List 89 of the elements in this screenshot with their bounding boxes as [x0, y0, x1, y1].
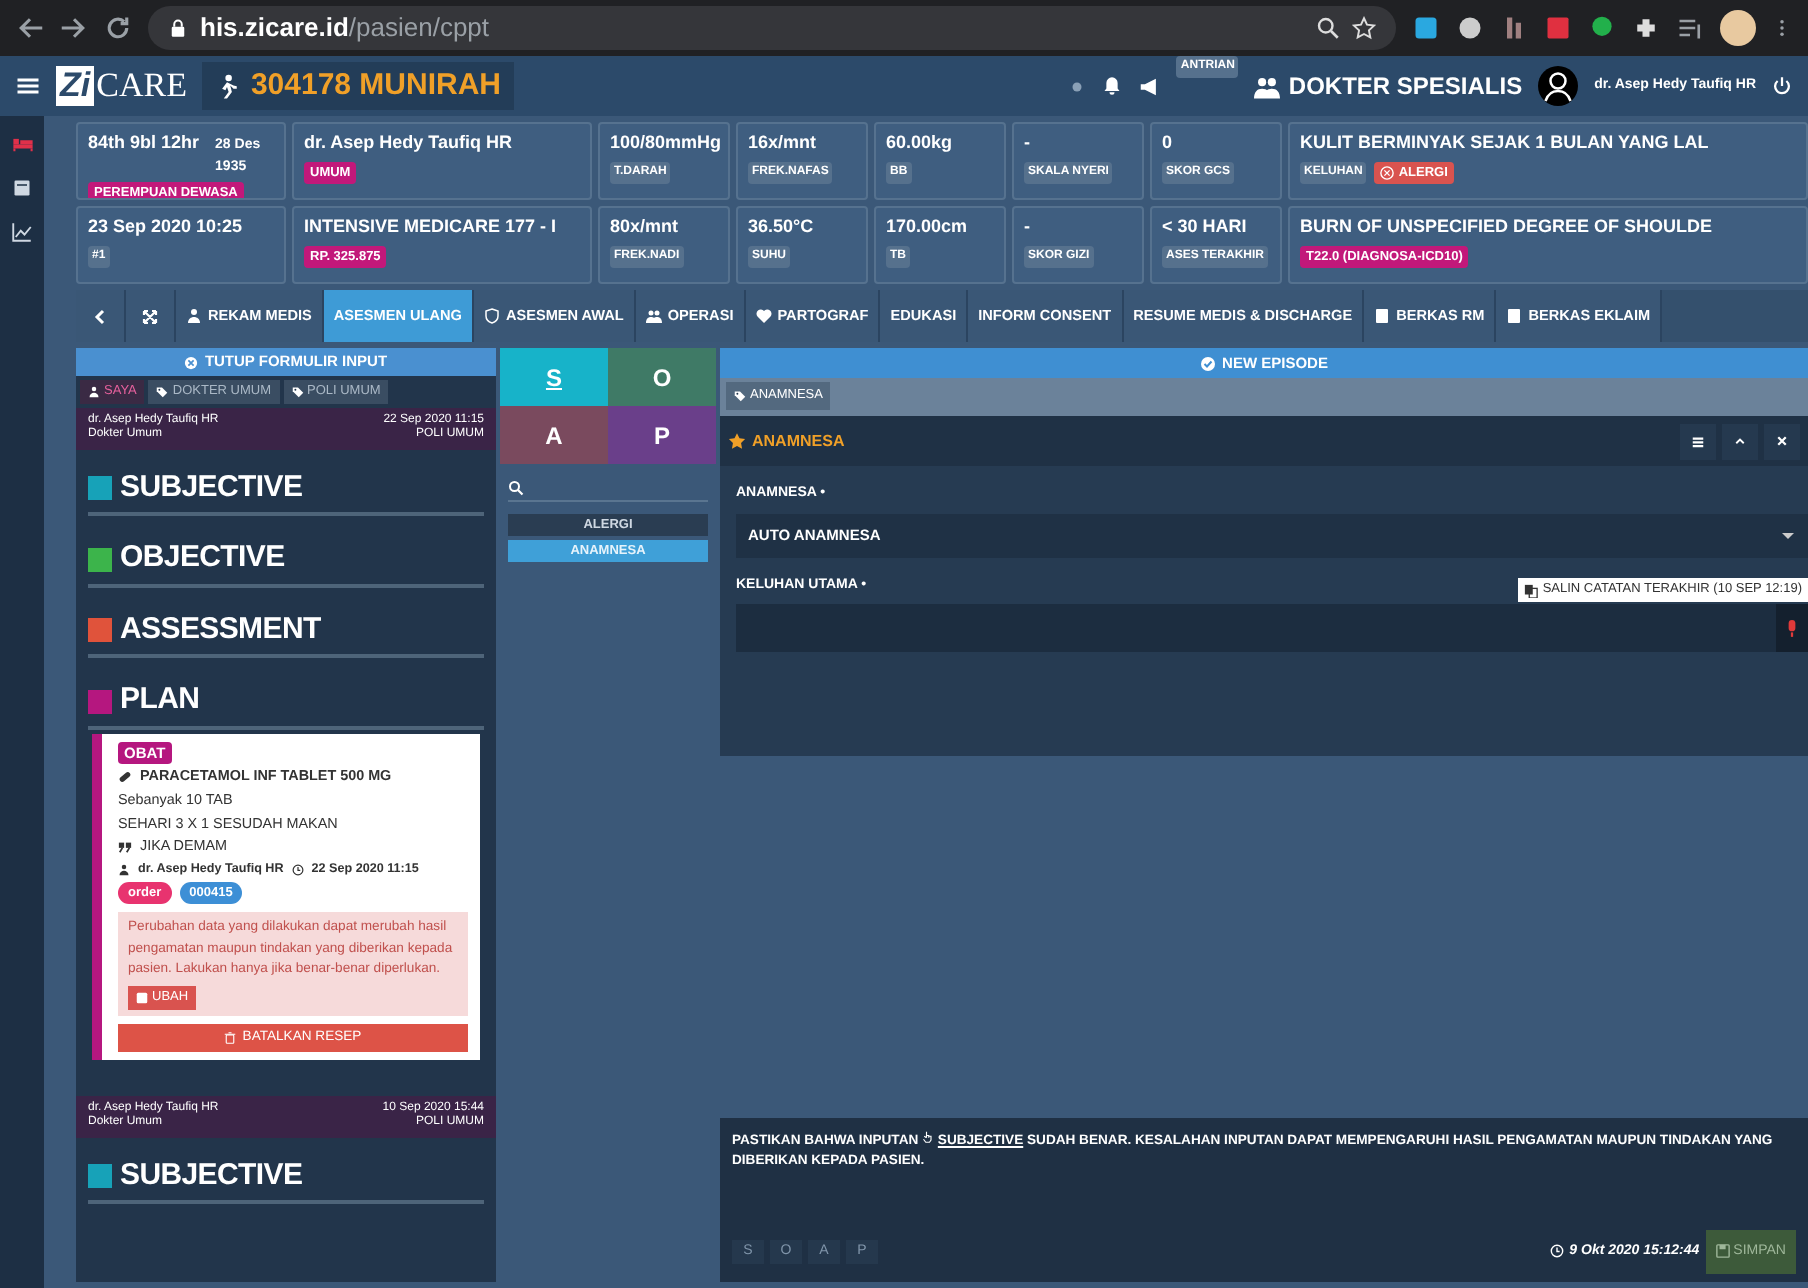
info-value: -: [1024, 214, 1030, 240]
panel-title: ANAMNESA: [752, 429, 845, 453]
document-icon: [1374, 308, 1391, 324]
info-value: 16x/mnt: [748, 130, 817, 156]
info-value: KULIT BERMINYAK SEJAK 1 BULAN YANG LAL: [1300, 130, 1709, 156]
microphone-button[interactable]: [1776, 604, 1808, 652]
section-title: PLAN: [120, 680, 200, 721]
star-icon: [728, 432, 746, 450]
back-button[interactable]: [76, 290, 126, 342]
users-icon: [1254, 73, 1281, 99]
extension-icon[interactable]: [1632, 14, 1660, 42]
close-icon: [1776, 434, 1788, 448]
tag-icon: [734, 390, 746, 402]
document-icon: [1506, 308, 1523, 324]
section-title: SUBJECTIVE: [120, 1155, 303, 1196]
address-bar[interactable]: his.zicare.id/pasien/cppt: [148, 6, 1396, 50]
info-value: 170.00cm: [886, 214, 968, 240]
info-value: 0: [1162, 130, 1173, 156]
logo-text: CARE: [96, 64, 187, 109]
zoom-icon[interactable]: [1316, 16, 1340, 40]
info-value: 84th 9bl 12hr: [88, 130, 200, 156]
info-value: 36.50°C: [748, 214, 814, 240]
microphone-icon: [1786, 619, 1798, 637]
menu-icon[interactable]: [16, 74, 40, 98]
info-value: BURN OF UNSPECIFIED DEGREE OF SHOULDE: [1300, 214, 1713, 240]
tag-icon: [291, 385, 303, 398]
text-area-field[interactable]: [736, 604, 1808, 652]
person-icon: [186, 308, 202, 324]
info-value: dr. Asep Hedy Taufiq HR: [304, 130, 513, 156]
expand-icon: [142, 307, 158, 325]
clock-icon: [291, 863, 304, 876]
patient-name: 304178 MUNIRAH: [250, 65, 501, 106]
chart-icon[interactable]: [12, 222, 32, 242]
reload-icon[interactable]: [104, 14, 132, 42]
list-icon: [1692, 433, 1704, 449]
url-text: his.zicare.id/pasien/cppt: [200, 10, 490, 47]
extension-icon[interactable]: [1676, 14, 1704, 42]
info-value: INTENSIVE MEDICARE 177 - I: [304, 214, 557, 240]
heart-icon: [755, 308, 772, 324]
cancel-circle-icon: [1380, 165, 1395, 180]
section-title: OBJECTIVE: [120, 538, 285, 579]
close-button[interactable]: [1764, 423, 1800, 459]
info-value: 23 Sep 2020 10:25: [88, 214, 243, 240]
info-value: 60.00kg: [886, 130, 953, 156]
soap-tab[interactable]: P: [608, 406, 716, 464]
forward-icon[interactable]: [60, 14, 88, 42]
info-value: 80x/mnt: [610, 214, 679, 240]
star-icon[interactable]: [1352, 16, 1376, 40]
close-circle-icon: [184, 355, 199, 369]
trash-icon: [224, 1031, 237, 1044]
chevron-left-icon: [92, 307, 108, 325]
avatar-icon: [1538, 66, 1579, 106]
soap-tab[interactable]: O: [608, 348, 716, 406]
pill-icon: [118, 769, 132, 784]
extension-icon[interactable]: [1588, 14, 1616, 42]
extension-icon[interactable]: [1412, 14, 1440, 42]
pointer-hand-icon: [922, 1130, 935, 1144]
soap-tab[interactable]: A: [500, 406, 608, 464]
role-label[interactable]: DOKTER SPESIALIS: [1288, 68, 1523, 104]
extension-icon[interactable]: [1456, 14, 1484, 42]
back-icon[interactable]: [16, 14, 44, 42]
person-icon: [88, 385, 100, 398]
megaphone-icon[interactable]: [1138, 75, 1161, 97]
logo-mark: Zi: [56, 66, 95, 106]
clock-icon: [1549, 1244, 1564, 1259]
fullscreen-button[interactable]: [126, 290, 176, 342]
bell-icon[interactable]: [1102, 76, 1123, 96]
chevron-up-icon: [1734, 434, 1746, 448]
floppy-icon: [1715, 1244, 1730, 1259]
info-value: 100/80mmHg: [610, 130, 722, 156]
copy-icon: [1524, 583, 1539, 598]
section-title: ASSESSMENT: [120, 609, 321, 650]
dropdown-caret-icon: [1780, 527, 1796, 543]
person-icon: [118, 863, 130, 876]
avatar[interactable]: [1720, 10, 1756, 46]
info-value: < 30 HARI: [1162, 214, 1247, 240]
tag-icon: [156, 385, 169, 398]
people-icon: [645, 308, 662, 324]
status-icon: [1068, 77, 1087, 95]
list-button[interactable]: [1680, 423, 1716, 459]
power-icon[interactable]: [1772, 76, 1792, 96]
section-title: SUBJECTIVE: [120, 467, 303, 508]
info-value: -: [1024, 130, 1030, 156]
lock-icon: [168, 18, 188, 38]
quote-icon: [118, 840, 132, 855]
search-icon: [508, 479, 524, 495]
list-icon[interactable]: [12, 178, 32, 198]
check-circle-icon: [1200, 355, 1217, 371]
shield-icon: [483, 308, 500, 324]
